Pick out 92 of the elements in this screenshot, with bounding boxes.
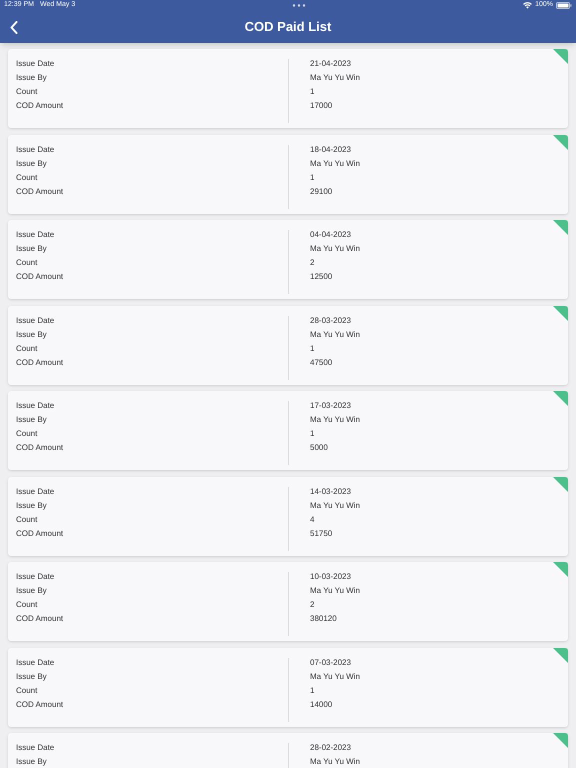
- cod-card[interactable]: Issue Date Issue By Count COD Amount 18-04-2023 Ma Yu Yu Win 1 29100: [8, 134, 568, 214]
- cod-card[interactable]: Issue Date Issue By Count COD Amount 07-03-2023 Ma Yu Yu Win 1 14000: [8, 648, 568, 726]
- field-label: COD Amount: [16, 271, 64, 283]
- battery-icon: [556, 2, 572, 9]
- field-value: 28-02-2023: [310, 742, 351, 754]
- field-value: 17000: [310, 100, 332, 112]
- field-value: 12500: [310, 271, 332, 283]
- field-value: 28-03-2023: [310, 314, 351, 326]
- field-label: Issue By: [16, 328, 47, 340]
- field-label: Issue Date: [16, 486, 54, 498]
- field-label: Issue Date: [16, 656, 54, 668]
- field-label: Count: [16, 684, 38, 696]
- cod-card[interactable]: Issue Date Issue By Count COD Amount 10-03-2023 Ma Yu Yu Win 2 380120: [8, 562, 568, 641]
- field-label: Issue By: [16, 585, 47, 597]
- cod-card[interactable]: Issue Date Issue By Count COD Amount 14-03-2023 Ma Yu Yu Win 4 51750: [8, 476, 568, 556]
- field-label: COD Amount: [16, 442, 64, 454]
- field-label: Count: [16, 257, 38, 269]
- corner-tag-icon: [553, 648, 568, 662]
- field-label: COD Amount: [16, 698, 64, 710]
- field-value: 2: [310, 257, 314, 269]
- corner-tag-icon: [553, 134, 568, 150]
- field-value: Ma Yu Yu Win: [310, 158, 360, 170]
- field-label: Count: [16, 86, 38, 98]
- field-label: Count: [16, 599, 38, 611]
- field-value: 4: [310, 514, 314, 526]
- field-value: Ma Yu Yu Win: [310, 670, 360, 682]
- field-label: Issue Date: [16, 571, 54, 583]
- field-label: Issue By: [16, 72, 47, 84]
- field-value: 18-04-2023: [310, 144, 351, 156]
- field-value: Ma Yu Yu Win: [310, 500, 360, 512]
- field-label: Issue Date: [16, 58, 54, 70]
- field-label: COD Amount: [16, 613, 64, 625]
- field-label: Count: [16, 428, 38, 440]
- field-value: Ma Yu Yu Win: [310, 414, 360, 426]
- field-label: COD Amount: [16, 100, 64, 112]
- field-label: Issue By: [16, 756, 47, 768]
- field-value: Ma Yu Yu Win: [310, 756, 360, 768]
- wifi-icon: [523, 2, 532, 9]
- field-label: Issue Date: [16, 742, 54, 754]
- field-value: 2: [310, 599, 314, 611]
- field-label: COD Amount: [16, 186, 64, 198]
- field-label: Issue Date: [16, 400, 54, 412]
- field-label: COD Amount: [16, 356, 64, 368]
- field-label: Issue By: [16, 500, 47, 512]
- field-value: 1: [310, 342, 314, 354]
- field-value: 17-03-2023: [310, 400, 351, 412]
- corner-tag-icon: [553, 476, 568, 492]
- cod-card[interactable]: Issue Date Issue By Count COD Amount 17-03-2023 Ma Yu Yu Win 1 5000: [8, 391, 568, 470]
- field-label: COD Amount: [16, 528, 64, 540]
- back-icon: [10, 20, 18, 34]
- field-value: 14-03-2023: [310, 486, 351, 498]
- corner-tag-icon: [553, 220, 568, 235]
- field-value: Ma Yu Yu Win: [310, 585, 360, 597]
- field-value: 5000: [310, 442, 328, 454]
- field-value: Ma Yu Yu Win: [310, 72, 360, 84]
- field-label: Count: [16, 514, 38, 526]
- corner-tag-icon: [553, 49, 568, 64]
- field-value: 07-03-2023: [310, 656, 351, 668]
- cod-card[interactable]: Issue Date Issue By Count COD Amount 04-04-2023 Ma Yu Yu Win 2 12500: [8, 220, 568, 299]
- page-title: COD Paid List: [244, 18, 332, 36]
- field-label: Issue Date: [16, 144, 54, 156]
- cod-card[interactable]: Issue Date Issue By Count COD Amount 21-04-2023 Ma Yu Yu Win 1 17000: [8, 49, 568, 128]
- field-label: Issue By: [16, 158, 47, 170]
- field-value: Ma Yu Yu Win: [310, 328, 360, 340]
- field-value: 21-04-2023: [310, 58, 351, 70]
- field-label: Count: [16, 172, 38, 184]
- cod-card[interactable]: Issue Date Issue By 28-02-2023 Ma Yu Yu Win: [8, 733, 568, 768]
- field-label: Issue By: [16, 243, 47, 255]
- corner-tag-icon: [553, 562, 568, 577]
- corner-tag-icon: [553, 391, 568, 406]
- corner-tag-icon: [553, 306, 568, 320]
- field-label: Issue By: [16, 414, 47, 426]
- field-label: Issue Date: [16, 229, 54, 241]
- field-value: 10-03-2023: [310, 571, 351, 583]
- field-value: 04-04-2023: [310, 229, 351, 241]
- cod-card[interactable]: Issue Date Issue By Count COD Amount 28-03-2023 Ma Yu Yu Win 1 47500: [8, 306, 568, 384]
- field-label: Issue By: [16, 670, 47, 682]
- field-value: 14000: [310, 698, 332, 710]
- field-value: 1: [310, 684, 314, 696]
- field-value: 1: [310, 86, 314, 98]
- back-button[interactable]: [8, 18, 20, 36]
- field-value: 29100: [310, 186, 332, 198]
- field-label: Count: [16, 342, 38, 354]
- field-value: Ma Yu Yu Win: [310, 243, 360, 255]
- field-value: 51750: [310, 528, 332, 540]
- field-label: Issue Date: [16, 314, 54, 326]
- field-value: 1: [310, 172, 314, 184]
- field-value: 380120: [310, 613, 337, 625]
- field-value: 1: [310, 428, 314, 440]
- multitasking-dots-icon: [292, 4, 306, 7]
- corner-tag-icon: [553, 733, 568, 748]
- field-value: 47500: [310, 356, 332, 368]
